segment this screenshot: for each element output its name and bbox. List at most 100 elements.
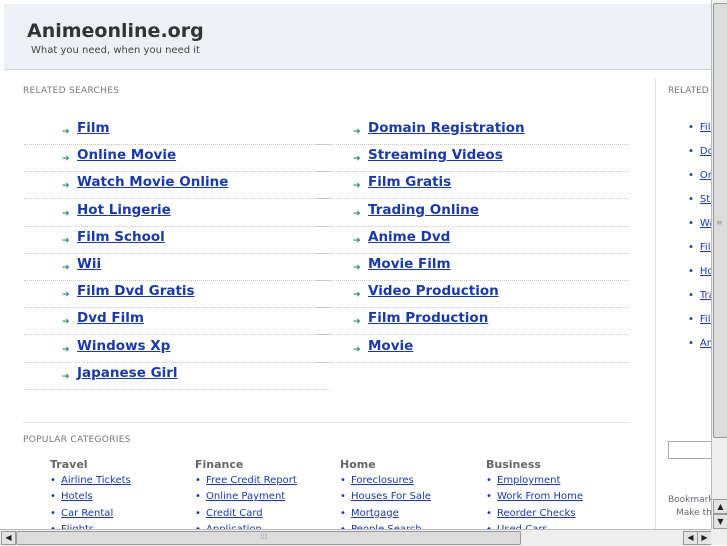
category-link[interactable]: Airline Tickets	[61, 475, 131, 486]
arrow-bullet-icon: ➔	[62, 181, 70, 192]
arrow-bullet-icon: ➔	[62, 290, 70, 301]
vertical-scrollbar[interactable]: ≡ ▲ ▼	[711, 0, 727, 529]
bullet-icon: •	[50, 507, 56, 519]
category-heading: Business	[486, 458, 541, 471]
category-link[interactable]: Reorder Checks	[497, 508, 575, 519]
related-search-link[interactable]: Dvd Film	[77, 310, 144, 326]
related-search-row: ➔ Anime Dvd	[315, 226, 629, 254]
make-homepage-link[interactable]: Make thi	[676, 508, 711, 518]
side-related-link[interactable]: Film	[688, 122, 711, 133]
bullet-icon: •	[486, 507, 492, 519]
bullet-icon: •	[50, 475, 56, 486]
category-link[interactable]: Online Payment	[206, 491, 285, 502]
category-link[interactable]: Houses For Sale	[351, 491, 431, 502]
arrow-bullet-icon: ➔	[353, 127, 361, 137]
related-search-row: ➔ Film Dvd Gratis	[24, 280, 330, 309]
category-link[interactable]: Credit Card	[206, 508, 263, 519]
arrow-bullet-icon: ➔	[353, 263, 361, 273]
category-link[interactable]: Free Credit Report	[206, 475, 297, 486]
bullet-icon: •	[486, 491, 492, 503]
side-related-link[interactable]: Str	[688, 194, 711, 205]
scrollbar-corner	[711, 529, 727, 545]
arrow-bullet-icon: ➔	[62, 344, 70, 355]
category-link[interactable]: Hotels	[61, 491, 93, 502]
related-search-row: ➔ Movie Film	[315, 253, 629, 281]
bullet-icon: •	[195, 507, 201, 519]
related-search-link[interactable]: Video Production	[368, 283, 499, 299]
related-search-row: ➔ Video Production	[315, 280, 629, 309]
related-search-link[interactable]: Windows Xp	[77, 338, 170, 354]
side-search-input[interactable]	[668, 441, 711, 459]
arrow-bullet-icon: ➔	[62, 127, 70, 137]
bullet-icon: •	[340, 507, 346, 519]
bullet-icon: •	[195, 475, 201, 486]
site-title[interactable]: Animeonline.org	[27, 20, 204, 42]
category-link[interactable]: Mortgage	[351, 508, 399, 519]
side-related-link[interactable]: Film	[688, 314, 711, 325]
side-related-link[interactable]: Film	[688, 242, 711, 253]
related-search-link[interactable]: Trading Online	[368, 202, 479, 218]
scroll-down-arrow-icon[interactable]: ▼	[713, 514, 727, 529]
arrow-bullet-icon: ➔	[353, 344, 361, 355]
related-search-link[interactable]: Anime Dvd	[368, 229, 450, 245]
related-search-row: ➔ Film School	[24, 226, 330, 254]
arrow-bullet-icon: ➔	[62, 263, 70, 273]
scroll-up-arrow-icon[interactable]: ▲	[713, 499, 727, 514]
arrow-bullet-icon: ➔	[62, 235, 70, 246]
related-search-link[interactable]: Japanese Girl	[77, 365, 178, 381]
arrow-bullet-icon: ➔	[62, 317, 70, 328]
bullet-icon: •	[486, 475, 492, 486]
related-search-link[interactable]: Movie	[368, 338, 413, 354]
section-divider	[23, 422, 629, 423]
scroll-right-arrow-icon[interactable]: ▶	[697, 531, 712, 545]
related-search-link[interactable]: Watch Movie Online	[77, 174, 228, 190]
bullet-icon: •	[340, 475, 346, 486]
related-search-link[interactable]: Movie Film	[368, 256, 451, 272]
related-search-row: ➔ Film Production	[315, 307, 629, 336]
arrow-bullet-icon: ➔	[62, 371, 70, 382]
related-search-row: ➔ Online Movie	[24, 144, 330, 173]
related-search-link[interactable]: Film Dvd Gratis	[77, 283, 195, 299]
site-header: Animeonline.org What you need, when you …	[4, 4, 711, 70]
arrow-bullet-icon: ➔	[62, 208, 70, 219]
side-related-link[interactable]: An	[688, 338, 711, 349]
side-related-panel: RELATED Film Do Or Str Wa Film Ho Tra Film An Boo…	[656, 78, 711, 529]
side-related-link[interactable]: Do	[688, 146, 711, 157]
popular-categories-label: POPULAR CATEGORIES	[23, 435, 131, 445]
related-search-row: ➔ Streaming Videos	[315, 144, 629, 173]
category-heading: Travel	[50, 458, 88, 471]
category-link[interactable]: Employment	[497, 475, 560, 486]
related-search-link[interactable]: Film Production	[368, 310, 488, 326]
site-tagline: What you need, when you need it	[31, 45, 200, 56]
related-search-link[interactable]: Domain Registration	[368, 120, 525, 136]
side-related-link[interactable]: Ho	[688, 266, 711, 277]
category-link[interactable]: Foreclosures	[351, 475, 414, 486]
category-link[interactable]: Car Rental	[61, 508, 113, 519]
related-search-link[interactable]: Film School	[77, 229, 165, 245]
arrow-bullet-icon: ➔	[353, 208, 361, 219]
related-search-link[interactable]: Film	[77, 120, 110, 136]
side-related-link[interactable]: Wa	[688, 218, 711, 229]
horizontal-scroll-thumb[interactable]	[16, 531, 521, 545]
arrow-bullet-icon: ➔	[353, 154, 361, 165]
side-related-link[interactable]: Or	[688, 170, 711, 181]
related-search-link[interactable]: Online Movie	[77, 147, 176, 163]
related-search-link[interactable]: Streaming Videos	[368, 147, 503, 163]
scroll-left-arrow-icon[interactable]: ◀	[1, 531, 16, 545]
category-link[interactable]: Work From Home	[497, 491, 583, 502]
arrow-bullet-icon: ➔	[353, 290, 361, 301]
related-search-link[interactable]: Film Gratis	[368, 174, 451, 190]
related-searches-label: RELATED SEARCHES	[23, 86, 120, 96]
side-related-link[interactable]: Tra	[688, 290, 711, 301]
scroll-grip-icon: ≡	[716, 218, 723, 227]
arrow-bullet-icon: ➔	[353, 235, 361, 246]
bookmark-link[interactable]: Bookmark	[668, 495, 711, 505]
related-search-link[interactable]: Wii	[77, 256, 101, 272]
horizontal-scrollbar[interactable]: ◀ ⁞⁞⁞ ◀ ▶	[0, 529, 712, 546]
related-search-row: ➔ Dvd Film	[24, 307, 330, 336]
scroll-left-arrow-icon[interactable]: ◀	[683, 531, 698, 545]
related-search-row: ➔ Wii	[24, 253, 330, 281]
bullet-icon: •	[195, 491, 201, 503]
arrow-bullet-icon: ➔	[353, 181, 361, 192]
related-search-link[interactable]: Hot Lingerie	[77, 202, 171, 218]
